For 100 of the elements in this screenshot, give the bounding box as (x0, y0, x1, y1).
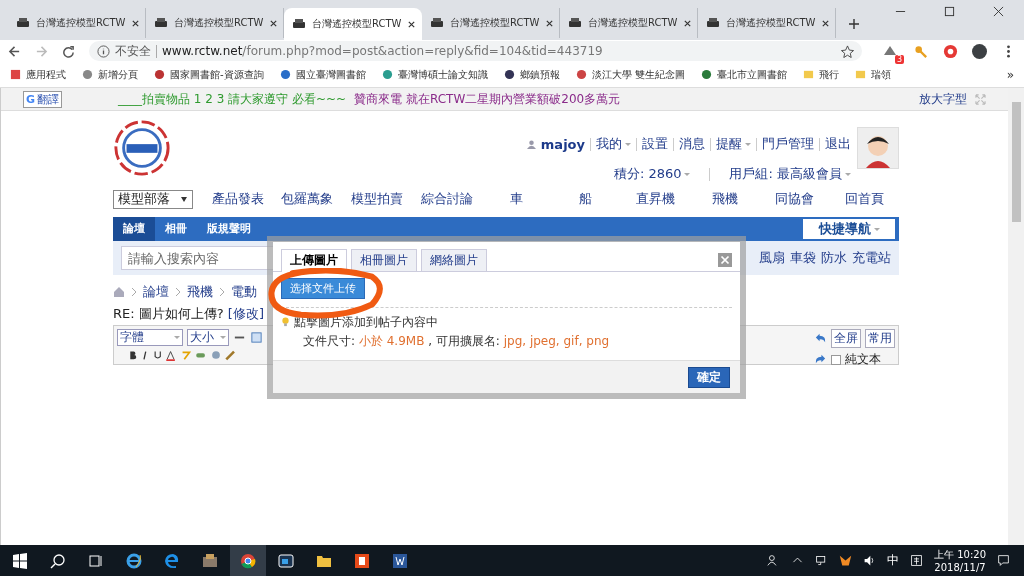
nav-link[interactable]: 回首頁 (829, 190, 899, 208)
size-select[interactable]: 大小 (187, 329, 229, 346)
bookmark[interactable]: 新增分頁 (82, 67, 138, 82)
browser-tab[interactable]: 台灣遙控模型RCTW (422, 8, 560, 38)
confirm-button[interactable]: 確定 (688, 366, 730, 388)
user-menu-link[interactable]: 門戶管理 (762, 135, 814, 153)
nav-link[interactable]: 同協會 (759, 190, 830, 208)
app-icon[interactable] (202, 552, 218, 569)
browser-tab[interactable]: 台灣遙控模型RCTW (284, 8, 422, 40)
dropdown-arrow-icon (181, 196, 187, 202)
hot-word-link[interactable]: 車袋 (790, 249, 816, 267)
edit-link[interactable]: [修改] (227, 306, 264, 321)
translate-button[interactable]: G 翻譯 (23, 90, 63, 108)
keyboard-icon[interactable] (910, 554, 923, 567)
upload-button[interactable]: 选择文件上传 (281, 278, 365, 299)
close-icon[interactable] (269, 18, 279, 28)
user-menu-link[interactable]: 消息 (679, 135, 705, 153)
caret-icon (745, 142, 751, 146)
fox-icon[interactable] (839, 554, 852, 567)
back-icon[interactable] (8, 44, 21, 58)
ime-indicator[interactable]: 中 (887, 552, 899, 569)
speaker-icon[interactable] (863, 554, 876, 567)
close-icon[interactable] (545, 18, 555, 28)
word-icon[interactable] (392, 552, 408, 569)
close-icon[interactable] (683, 18, 693, 28)
nav-link[interactable]: 船 (550, 190, 621, 208)
hot-word-link[interactable]: 防水 (821, 249, 847, 267)
sub-nav-tab[interactable]: 論壇 (113, 217, 155, 241)
user-group-link[interactable]: 用戶組: 最高級會員 (729, 165, 851, 183)
close-icon[interactable] (407, 19, 417, 29)
user-menu-link[interactable]: 退出 (825, 135, 851, 153)
plain-text-label: 純文本 (845, 351, 881, 368)
star-icon[interactable] (841, 44, 854, 58)
clock[interactable]: 上午 10:20 2018/11/7 (934, 547, 986, 574)
hot-word-link[interactable]: 風扇 (759, 249, 785, 267)
points-link[interactable]: 積分: 2860 (613, 165, 691, 183)
breadcrumb-link[interactable]: 論壇 (143, 283, 169, 301)
nav-link[interactable]: 模型拍賣 (342, 190, 412, 208)
search-icon[interactable] (50, 552, 66, 569)
bookmark[interactable]: 國家圖書館-資源查詢 (154, 67, 264, 82)
close-icon[interactable] (993, 6, 1004, 17)
dialog-tab[interactable]: 網絡圖片 (421, 249, 487, 271)
editor-button[interactable]: 常用 (865, 329, 895, 348)
bookmark[interactable]: 淡江大學 雙生紀念圖 (575, 67, 685, 82)
zoom-text-link[interactable]: 放大字型 (919, 90, 967, 108)
logo-drawing[interactable] (113, 119, 171, 177)
edge-browser-icon[interactable] (164, 552, 180, 569)
scrollbar[interactable] (1008, 88, 1024, 545)
close-icon[interactable] (821, 18, 831, 28)
bookmark[interactable]: 臺北市立圖書館 (700, 67, 787, 82)
nav-link[interactable]: 直昇機 (620, 190, 691, 208)
sub-nav-tab[interactable]: 版規聲明 (197, 217, 261, 241)
browser-tab[interactable]: 台灣遙控模型RCTW (698, 8, 836, 38)
maximize-icon[interactable] (944, 6, 955, 17)
forum-select[interactable]: 模型部落 (113, 189, 193, 209)
profile-icon[interactable] (972, 43, 987, 59)
user-menu-link[interactable]: 我的 (596, 135, 631, 153)
sub-nav-tab[interactable]: 相冊 (155, 217, 197, 241)
task-view-icon[interactable] (88, 552, 104, 569)
address-bar[interactable]: 不安全 www.rctw.net/forum.php?mod=post&action=reply&fid=104&tid=443719 (89, 41, 862, 61)
user-menu-link[interactable]: 提醒 (716, 135, 751, 153)
reload-icon[interactable] (62, 44, 75, 58)
video-camera-icon[interactable] (278, 552, 294, 569)
editor-button[interactable]: 全屏 (831, 329, 861, 348)
breadcrumb-link[interactable]: 電動 (231, 283, 257, 301)
bookmark[interactable]: 國立臺灣圖書館 (279, 67, 366, 82)
browser-tab[interactable]: 台灣遙控模型RCTW (560, 8, 698, 38)
bookmark[interactable]: 瑞領 (854, 67, 891, 82)
bookmark[interactable]: 應用程式 (10, 67, 66, 82)
caret-icon (873, 227, 880, 231)
nav-link[interactable]: 包羅萬象 (272, 190, 343, 208)
avatar-icon[interactable] (857, 127, 899, 169)
bookmark[interactable]: 鄉鎮預報 (503, 67, 560, 82)
hot-word-link[interactable]: 充電站 (852, 249, 891, 267)
nav-link[interactable]: 車 (481, 190, 551, 208)
office-icon[interactable] (354, 552, 370, 569)
windows-start-icon[interactable] (12, 552, 28, 569)
font-select[interactable]: 字體 (117, 329, 183, 346)
nav-link[interactable]: 產品發表 (203, 190, 273, 208)
network-icon[interactable] (815, 554, 828, 567)
browser-tab[interactable]: 台灣遙控模型RCTW (8, 8, 146, 38)
nav-link[interactable]: 綜合討論 (411, 190, 482, 208)
bookmark[interactable]: 飛行 (802, 67, 839, 82)
plain-text-checkbox[interactable] (831, 354, 841, 365)
quick-nav-button[interactable]: 快捷導航 (803, 219, 895, 239)
internet-explorer-icon[interactable] (126, 552, 142, 569)
nav-link[interactable]: 飛機 (690, 190, 760, 208)
breadcrumb-link[interactable]: 飛機 (187, 283, 213, 301)
username-link[interactable]: majoy (540, 136, 585, 152)
dialog-tab[interactable]: 相冊圖片 (351, 249, 417, 271)
more-bookmarks-button[interactable]: » (1006, 67, 1014, 82)
record-icon[interactable] (943, 43, 958, 59)
chrome-icon[interactable] (230, 544, 266, 576)
notice-link[interactable]: 贊商來電 就在RCTW二星期內營業額破200多萬元 (354, 90, 621, 108)
new-tab-icon[interactable] (848, 18, 860, 30)
bookmark[interactable]: 臺灣博碩士論文知識 (381, 67, 488, 82)
notification-icon[interactable] (997, 554, 1010, 567)
close-icon[interactable] (131, 18, 141, 28)
caret-icon (684, 172, 691, 176)
user-menu-link[interactable]: 設置 (642, 135, 668, 153)
